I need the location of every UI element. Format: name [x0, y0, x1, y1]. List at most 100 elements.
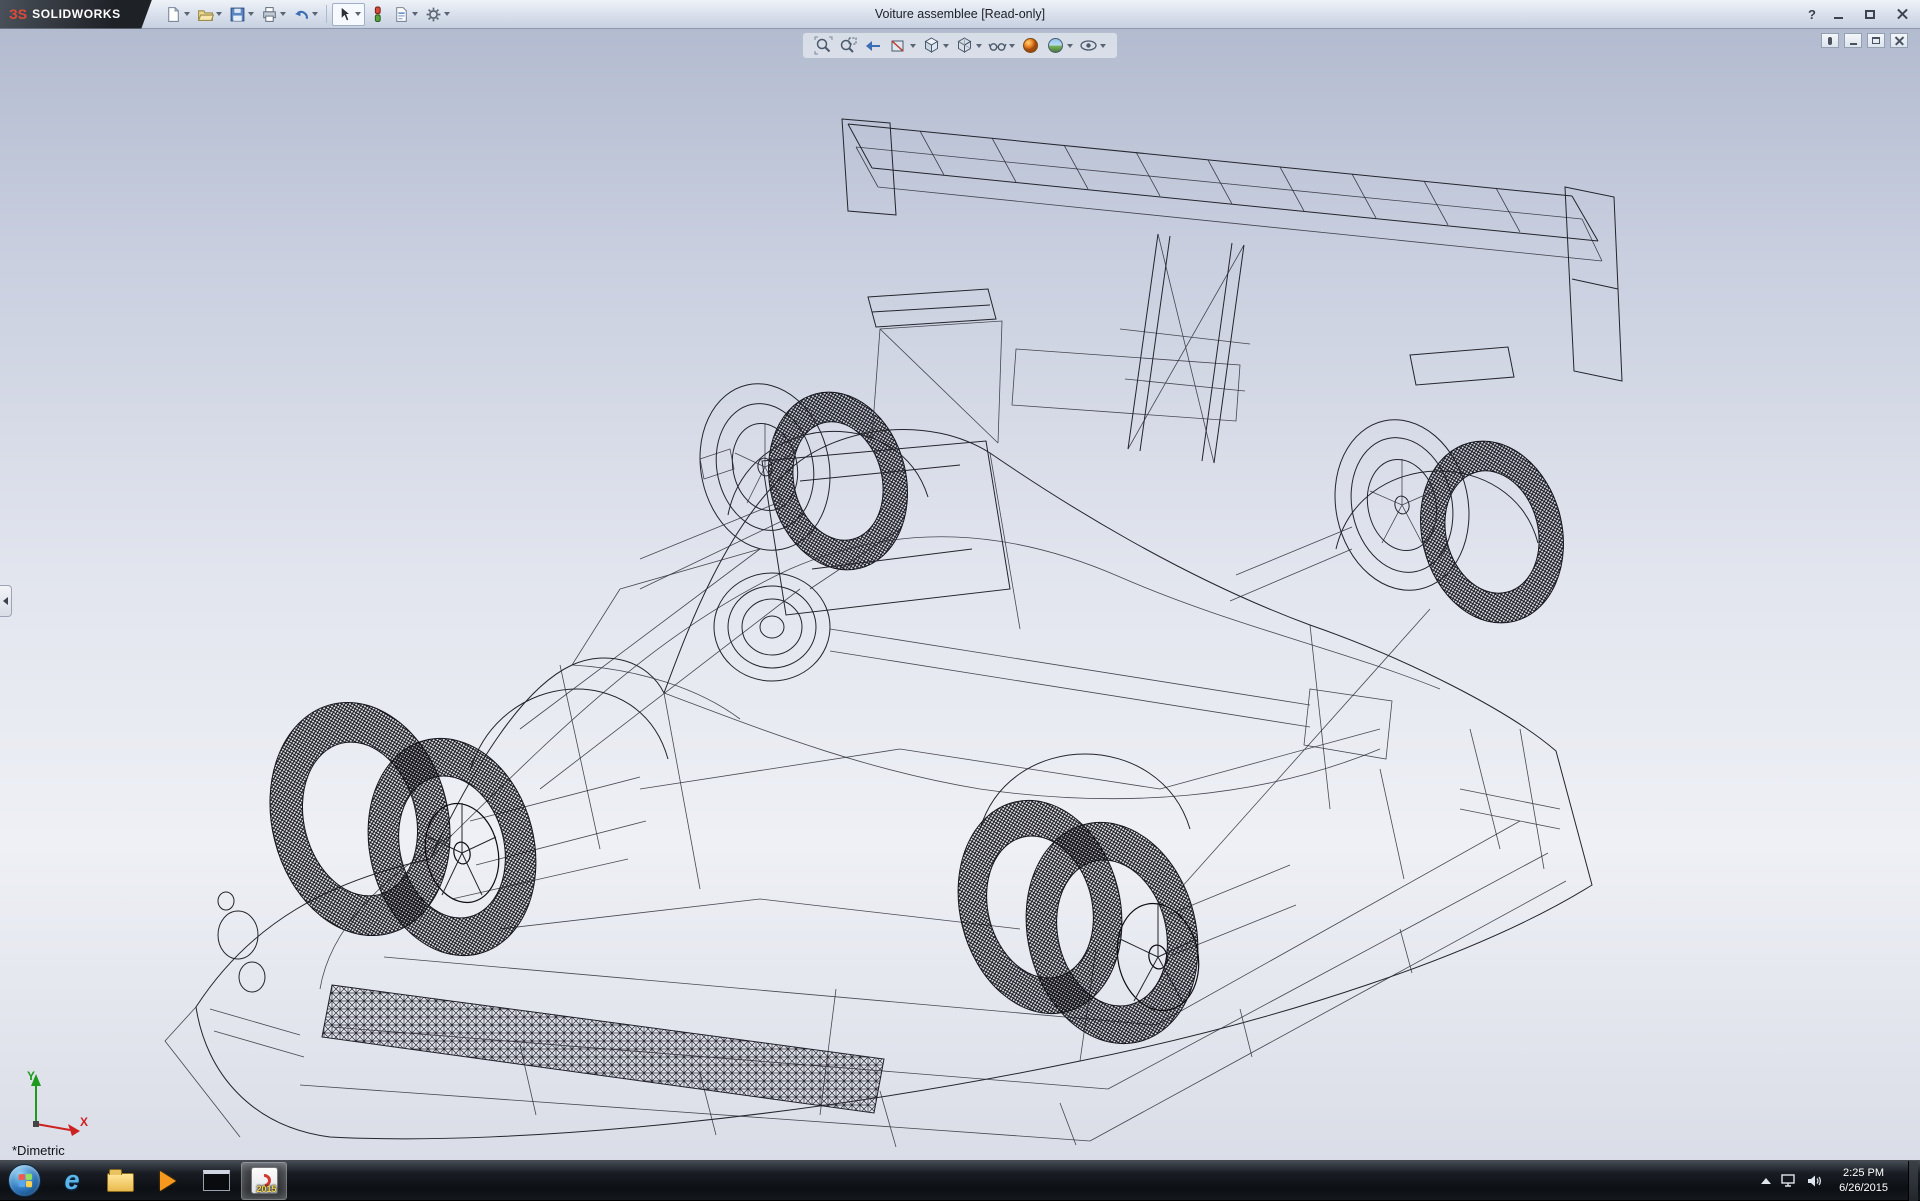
appearance-ball-icon [1023, 38, 1038, 53]
rebuild-semaphore-icon [374, 6, 381, 22]
undo-button[interactable] [290, 3, 321, 26]
window-controls: ? [1808, 0, 1912, 29]
document-pin-button[interactable] [1821, 33, 1839, 48]
document-close-button[interactable] [1890, 33, 1908, 48]
taskbar-internet-explorer[interactable]: e [49, 1162, 95, 1200]
view-settings-icon [1080, 40, 1097, 51]
display-style-button[interactable] [953, 35, 984, 56]
apply-scene-button[interactable] [1044, 35, 1075, 56]
chevron-down-icon[interactable] [444, 12, 450, 16]
taskbar-clock[interactable]: 2:25 PM 6/26/2015 [1839, 1166, 1888, 1196]
toolbar-separator [326, 5, 327, 23]
folder-icon [106, 1169, 134, 1192]
chevron-down-icon[interactable] [412, 12, 418, 16]
view-settings-button[interactable] [1077, 35, 1108, 56]
display-style-cube-icon [957, 37, 972, 53]
system-tray: 2:25 PM 6/26/2015 [1761, 1160, 1920, 1201]
open-document-button[interactable] [194, 3, 225, 26]
chevron-left-icon [3, 597, 8, 605]
wireframe-car-model[interactable] [0, 29, 1920, 1160]
view-orientation-cube-icon [924, 37, 939, 53]
chevron-down-icon[interactable] [216, 12, 222, 16]
taskbar-windows-explorer[interactable] [97, 1162, 143, 1200]
graphics-area[interactable]: Y X *Dimetric [0, 29, 1920, 1160]
taskbar-solidworks-2015[interactable]: 2015 [241, 1161, 287, 1200]
chevron-down-icon[interactable] [312, 12, 318, 16]
heads-up-view-toolbar [802, 32, 1118, 59]
zoom-to-fit-button[interactable] [812, 35, 835, 56]
radiator-mesh [321, 984, 885, 1114]
edit-appearance-button[interactable] [1019, 35, 1042, 56]
taskbar-command-prompt[interactable] [193, 1162, 239, 1200]
title-bar: ЗS SOLIDWORKS Voiture assemblee [Read-on… [0, 0, 1920, 29]
start-button[interactable] [1, 1162, 47, 1200]
chevron-down-icon[interactable] [1100, 43, 1106, 48]
scene-ball-icon [1048, 38, 1063, 53]
show-desktop-button[interactable] [1908, 1160, 1918, 1201]
zoom-to-area-icon [840, 37, 857, 53]
file-properties-icon [396, 6, 407, 22]
command-prompt-icon [202, 1170, 230, 1191]
front-right-wheel[interactable] [685, 372, 926, 585]
pin-icon [1828, 36, 1832, 45]
taskbar-media-player[interactable] [145, 1162, 191, 1200]
feature-manager-collapse-tab[interactable] [0, 585, 12, 617]
rear-right-wheel[interactable] [1320, 407, 1583, 638]
chevron-down-icon[interactable] [248, 12, 254, 16]
new-document-button[interactable] [162, 3, 193, 26]
chevron-down-icon[interactable] [355, 12, 361, 16]
view-orientation-button[interactable] [920, 35, 951, 56]
front-left-wheel[interactable] [246, 683, 558, 973]
clock-date: 6/26/2015 [1839, 1181, 1888, 1194]
chevron-down-icon[interactable] [943, 43, 949, 48]
options-button[interactable] [422, 3, 453, 26]
help-button[interactable]: ? [1808, 7, 1816, 22]
section-view-button[interactable] [887, 35, 918, 56]
chevron-down-icon[interactable] [184, 12, 190, 16]
chevron-down-icon[interactable] [280, 12, 286, 16]
chevron-down-icon[interactable] [1067, 43, 1073, 48]
new-document-icon [168, 6, 179, 22]
close-button[interactable] [1892, 6, 1912, 23]
previous-view-icon [866, 41, 880, 51]
main-toolbar [152, 2, 453, 26]
zoom-to-area-button[interactable] [837, 35, 860, 56]
rear-left-wheel[interactable] [936, 783, 1220, 1062]
chevron-down-icon[interactable] [910, 43, 916, 48]
chevron-down-icon[interactable] [976, 43, 982, 48]
network-icon[interactable] [1781, 1173, 1797, 1188]
show-hidden-icons-button[interactable] [1761, 1177, 1772, 1184]
chevron-down-icon[interactable] [1009, 43, 1015, 48]
save-button[interactable] [226, 3, 257, 26]
triad-y-label: Y [27, 1069, 35, 1083]
document-title: Voiture assemblee [Read-only] [874, 7, 1046, 21]
solidworks-icon: 2015 [250, 1167, 278, 1194]
solidworks-application-window: ЗS SOLIDWORKS Voiture assemblee [Read-on… [0, 0, 1920, 1201]
printer-icon [263, 6, 276, 22]
volume-icon[interactable] [1807, 1174, 1823, 1188]
maximize-button[interactable] [1860, 6, 1880, 23]
maximize-icon [1865, 10, 1875, 19]
file-properties-button[interactable] [390, 3, 421, 26]
hide-show-items-button[interactable] [986, 35, 1017, 56]
rebuild-button[interactable] [366, 3, 389, 26]
solidworks-year-badge: 2015 [256, 1184, 277, 1194]
document-minimize-button[interactable] [1844, 33, 1862, 48]
minimize-button[interactable] [1828, 6, 1848, 23]
windows-taskbar: e 2015 2:25 PM 6/26/2015 [0, 1160, 1920, 1201]
solidworks-logo[interactable]: ЗS SOLIDWORKS [0, 0, 152, 29]
brand-name: SOLIDWORKS [32, 7, 121, 21]
print-button[interactable] [258, 3, 289, 26]
select-button[interactable] [332, 2, 365, 26]
hide-show-glasses-icon [988, 43, 1007, 51]
restore-icon [1872, 37, 1880, 44]
close-icon [1895, 36, 1904, 45]
media-play-icon [160, 1170, 176, 1191]
clock-time: 2:25 PM [1843, 1166, 1885, 1179]
document-restore-button[interactable] [1867, 33, 1885, 48]
view-orientation-label: *Dimetric [12, 1143, 65, 1158]
triad-x-label: X [80, 1115, 88, 1129]
undo-arrow-icon [295, 10, 308, 19]
options-gear-icon [426, 7, 441, 21]
previous-view-button[interactable] [862, 35, 885, 56]
